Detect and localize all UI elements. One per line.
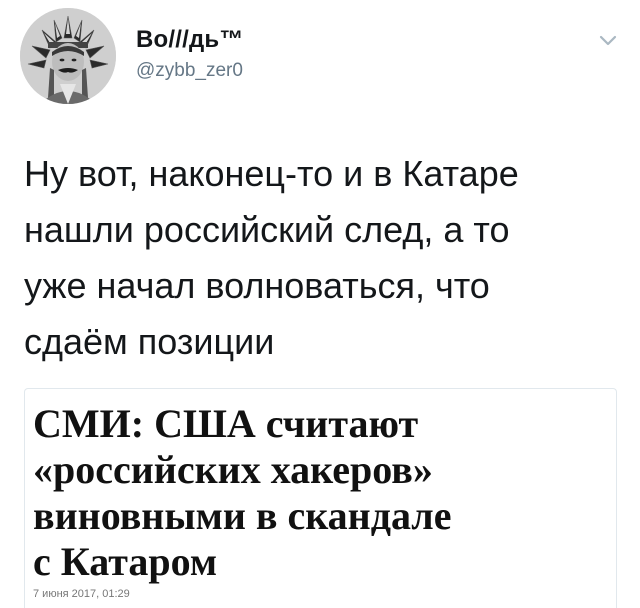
tweet-text-line: Ну вот, наконец-то и в Катаре xyxy=(24,153,519,194)
portrait-with-headdress-avatar-icon xyxy=(20,8,116,104)
user-handle[interactable]: @zybb_zer0 xyxy=(136,60,243,82)
news-headline-line: виновными в скандале xyxy=(33,493,452,538)
tweet-text-line: уже начал волноваться, что xyxy=(24,265,490,306)
news-headline-line: СМИ: США считают xyxy=(33,401,419,446)
display-name[interactable]: Во///дь™ xyxy=(136,26,244,54)
chevron-down-icon[interactable] xyxy=(596,28,620,52)
news-headline-line: «российских хакеров» xyxy=(33,447,433,492)
tweet-text-line: сдаём позиции xyxy=(24,321,275,362)
tweet-card: Во///дь™ @zybb_zer0 Ну вот, наконец-то и… xyxy=(0,0,640,608)
avatar[interactable] xyxy=(20,8,116,104)
news-date: 7 июня 2017, 01:29 xyxy=(33,588,130,600)
news-headline-line: с Катаром xyxy=(33,539,218,584)
news-headline: СМИ: США считают «российских хакеров» ви… xyxy=(33,401,608,585)
tweet-text-line: нашли российский след, а то xyxy=(24,209,510,250)
tweet-text: Ну вот, наконец-то и в Катаре нашли росс… xyxy=(24,146,614,370)
attached-image[interactable]: СМИ: США считают «российских хакеров» ви… xyxy=(24,388,617,608)
